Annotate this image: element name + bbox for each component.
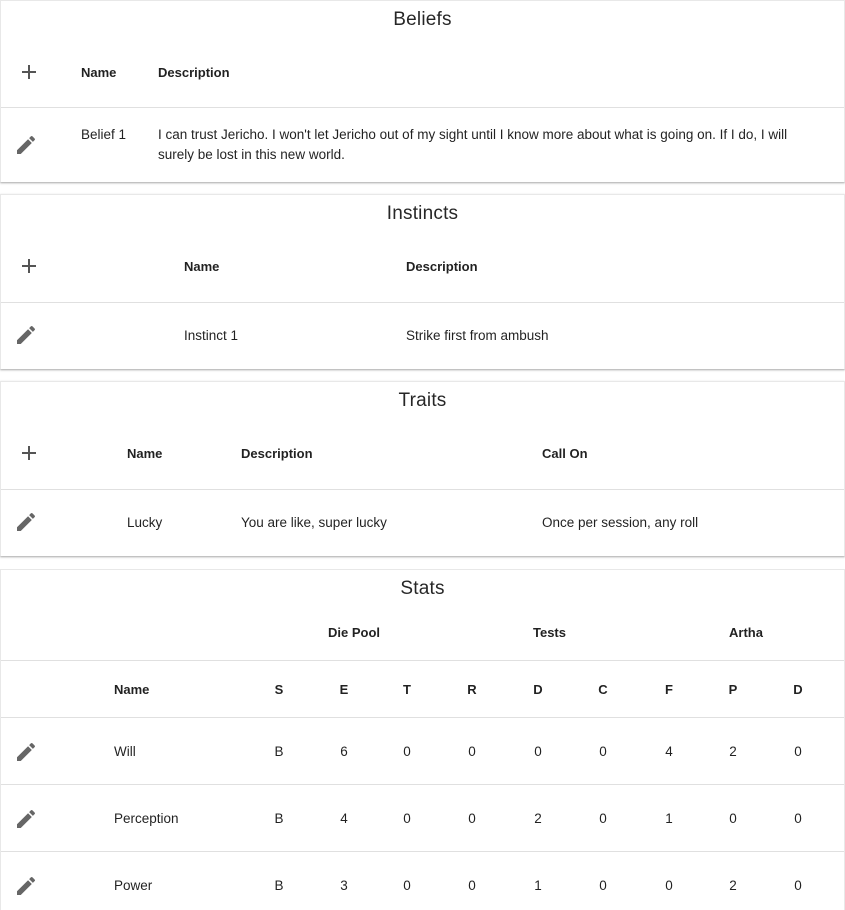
traits-card: Traits Name Description Call On Lucky Yo… [0, 381, 845, 556]
stats-card: Stats Die Pool Tests Artha Name S E T R … [0, 569, 845, 910]
stat-f: 4 [665, 744, 673, 759]
belief-description: I can trust Jericho. I won't let Jericho… [158, 127, 788, 162]
stat-p: 0 [729, 811, 737, 826]
traits-header-description: Description [241, 446, 313, 461]
stat-t: 0 [403, 878, 411, 893]
trait-name: Lucky [127, 515, 163, 530]
stat-e: 4 [340, 811, 348, 826]
stat-d: 0 [534, 744, 542, 759]
plus-icon [22, 259, 36, 273]
stat-name: Will [114, 744, 136, 759]
stats-header-p: P [728, 682, 738, 697]
instincts-header-name: Name [184, 259, 220, 274]
stats-header-s: S [274, 682, 284, 697]
instinct-description: Strike first from ambush [406, 328, 549, 343]
edit-stat-button[interactable] [14, 740, 38, 764]
instinct-name: Instinct 1 [184, 328, 239, 343]
stat-name: Perception [114, 811, 179, 826]
stat-e: 3 [340, 878, 348, 893]
belief-name: Belief 1 [81, 127, 127, 142]
pencil-icon [17, 512, 36, 531]
pencil-icon [17, 876, 36, 895]
stat-s: B [274, 744, 284, 759]
stat-s: B [274, 878, 284, 893]
stats-header-d: D [533, 682, 543, 697]
stat-f: 0 [665, 878, 673, 893]
traits-title: Traits [398, 390, 447, 411]
edit-instinct-button[interactable] [14, 323, 38, 347]
stat-r: 0 [468, 811, 476, 826]
stat-d2: 0 [794, 811, 802, 826]
stat-f: 1 [665, 811, 673, 826]
stat-name: Power [114, 878, 153, 893]
edit-stat-button[interactable] [14, 874, 38, 898]
beliefs-title: Beliefs [393, 9, 452, 30]
stat-c: 0 [599, 811, 607, 826]
stats-header-f: F [665, 682, 673, 697]
instincts-card: Instincts Name Description Instinct 1 St… [0, 194, 845, 369]
pencil-icon [17, 809, 36, 828]
stats-title: Stats [400, 578, 445, 599]
beliefs-header-description: Description [158, 65, 230, 80]
plus-icon [22, 65, 36, 79]
edit-belief-button[interactable] [14, 133, 38, 157]
edit-trait-button[interactable] [14, 510, 38, 534]
edit-stat-button[interactable] [14, 807, 38, 831]
stat-c: 0 [599, 878, 607, 893]
stat-d: 1 [534, 878, 542, 893]
stat-c: 0 [599, 744, 607, 759]
stat-p: 2 [729, 744, 737, 759]
instincts-title: Instincts [386, 203, 459, 224]
stats-header-name: Name [114, 682, 150, 697]
stats-group-tests: Tests [533, 625, 566, 640]
traits-header-call-on: Call On [542, 446, 588, 461]
add-trait-button[interactable] [17, 441, 41, 465]
stats-group-artha: Artha [729, 625, 763, 640]
stats-group-die-pool: Die Pool [328, 625, 381, 640]
stat-d: 2 [534, 811, 542, 826]
stat-r: 0 [468, 878, 476, 893]
stats-header-r: R [467, 682, 477, 697]
stats-header-c: C [598, 682, 608, 697]
add-instinct-button[interactable] [17, 254, 41, 278]
trait-description: You are like, super lucky [241, 515, 387, 530]
beliefs-card: Beliefs Name Description Belief 1 I can … [0, 0, 845, 182]
plus-icon [22, 446, 36, 460]
stats-header-d2: D [793, 682, 803, 697]
stat-s: B [274, 811, 284, 826]
trait-call-on: Once per session, any roll [542, 515, 699, 530]
stat-t: 0 [403, 811, 411, 826]
stats-header-t: T [403, 682, 411, 697]
stat-d2: 0 [794, 878, 802, 893]
stat-e: 6 [340, 744, 348, 759]
stat-r: 0 [468, 744, 476, 759]
stat-t: 0 [403, 744, 411, 759]
pencil-icon [17, 742, 36, 761]
pencil-icon [17, 135, 36, 154]
stat-p: 2 [729, 878, 737, 893]
stats-header-e: E [339, 682, 349, 697]
pencil-icon [17, 325, 36, 344]
add-belief-button[interactable] [17, 60, 41, 84]
stat-d2: 0 [794, 744, 802, 759]
traits-header-name: Name [127, 446, 163, 461]
beliefs-header-name: Name [81, 65, 117, 80]
instincts-header-description: Description [406, 259, 478, 274]
